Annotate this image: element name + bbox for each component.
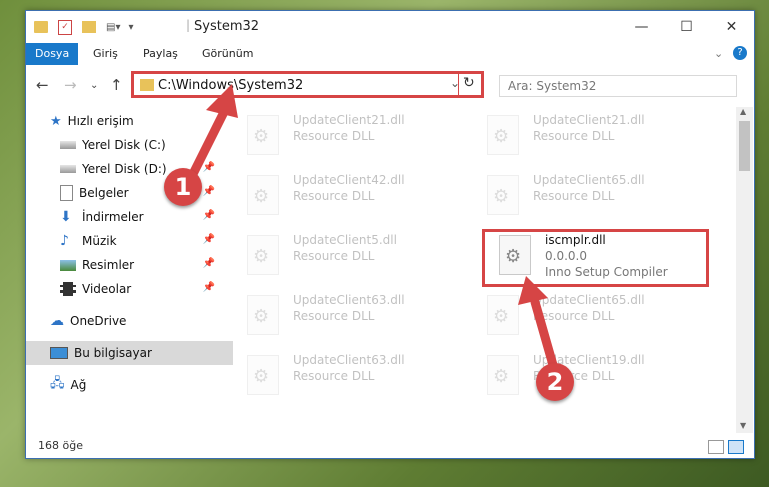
annotation-arrows [185,84,560,377]
arrow-1-shaft [185,105,230,185]
arrow-2-shaft [530,297,560,377]
arrow-2-head [518,276,548,305]
arrow-1-head [206,84,238,118]
step-marker-1: 1 [164,168,202,206]
step-marker-2: 2 [536,363,574,401]
